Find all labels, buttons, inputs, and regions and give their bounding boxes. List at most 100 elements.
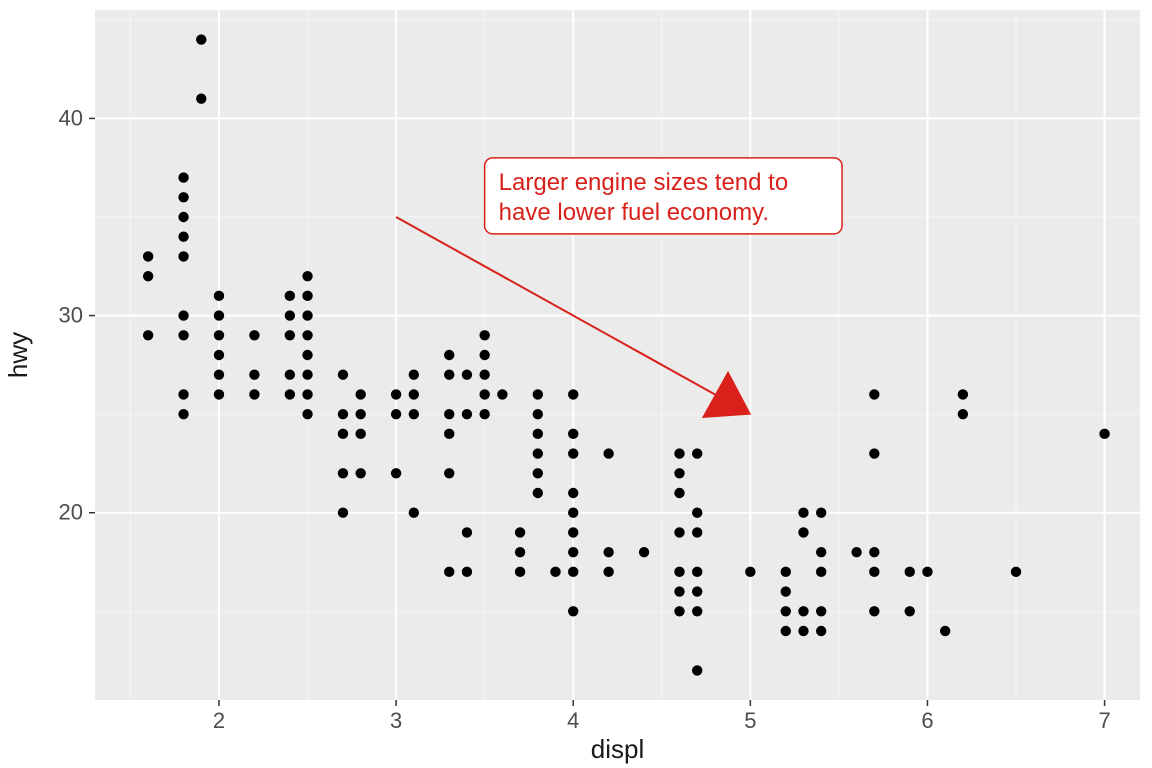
data-point [355,429,365,439]
x-tick-label: 3 [390,708,402,733]
data-point [302,330,312,340]
y-axis-title: hwy [3,332,33,378]
data-point [444,350,454,360]
data-point [568,547,578,557]
data-point [444,468,454,478]
data-point [355,409,365,419]
data-point [462,567,472,577]
x-tick-label: 5 [744,708,756,733]
data-point [533,409,543,419]
data-point [302,389,312,399]
data-point [1011,567,1021,577]
data-point [285,370,295,380]
data-point [143,251,153,261]
data-point [497,389,507,399]
data-point [409,370,419,380]
data-point [338,429,348,439]
data-point [905,606,915,616]
data-point [285,389,295,399]
data-point [479,409,489,419]
data-point [674,468,684,478]
data-point [533,448,543,458]
x-tick-label: 6 [921,708,933,733]
data-point [533,429,543,439]
data-point [214,389,224,399]
data-point [674,527,684,537]
data-point [781,626,791,636]
data-point [338,370,348,380]
data-point [568,389,578,399]
data-point [355,468,365,478]
data-point [692,527,702,537]
data-point [143,330,153,340]
data-point [851,547,861,557]
data-point [781,567,791,577]
data-point [355,389,365,399]
data-point [568,606,578,616]
data-point [391,468,401,478]
x-tick-label: 7 [1098,708,1110,733]
annotation-label-line1: Larger engine sizes tend to [499,169,789,196]
data-point [409,389,419,399]
data-point [958,409,968,419]
data-point [798,527,808,537]
data-point [940,626,950,636]
data-point [692,586,702,596]
data-point [302,409,312,419]
data-point [302,291,312,301]
data-point [302,350,312,360]
data-point [302,310,312,320]
data-point [178,172,188,182]
data-point [692,567,702,577]
data-point [869,606,879,616]
data-point [515,547,525,557]
data-point [249,389,259,399]
data-point [533,389,543,399]
data-point [816,606,826,616]
data-point [603,547,613,557]
data-point [692,665,702,675]
data-point [922,567,932,577]
data-point [249,370,259,380]
data-point [674,567,684,577]
data-point [479,370,489,380]
data-point [462,527,472,537]
data-point [869,547,879,557]
data-point [674,586,684,596]
data-point [958,389,968,399]
data-point [639,547,649,557]
data-point [692,606,702,616]
data-point [249,330,259,340]
data-point [302,370,312,380]
data-point [781,606,791,616]
data-point [568,488,578,498]
data-point [462,370,472,380]
data-point [568,448,578,458]
data-point [479,330,489,340]
data-point [568,567,578,577]
data-point [196,34,206,44]
data-point [869,389,879,399]
y-tick-label: 20 [59,500,83,525]
data-point [178,212,188,222]
data-point [178,330,188,340]
data-point [391,409,401,419]
data-point [444,429,454,439]
x-tick-label: 2 [213,708,225,733]
chart-container: 234567203040Larger engine sizes tend toh… [0,0,1152,768]
data-point [674,606,684,616]
data-point [533,488,543,498]
data-point [798,606,808,616]
data-point [214,330,224,340]
data-point [798,508,808,518]
annotation-label-line2: have lower fuel economy. [499,199,769,226]
scatter-plot: 234567203040Larger engine sizes tend toh… [0,0,1152,768]
data-point [338,468,348,478]
data-point [479,350,489,360]
data-point [568,508,578,518]
data-point [214,310,224,320]
x-tick-label: 4 [567,708,579,733]
data-point [285,310,295,320]
data-point [214,370,224,380]
data-point [674,488,684,498]
